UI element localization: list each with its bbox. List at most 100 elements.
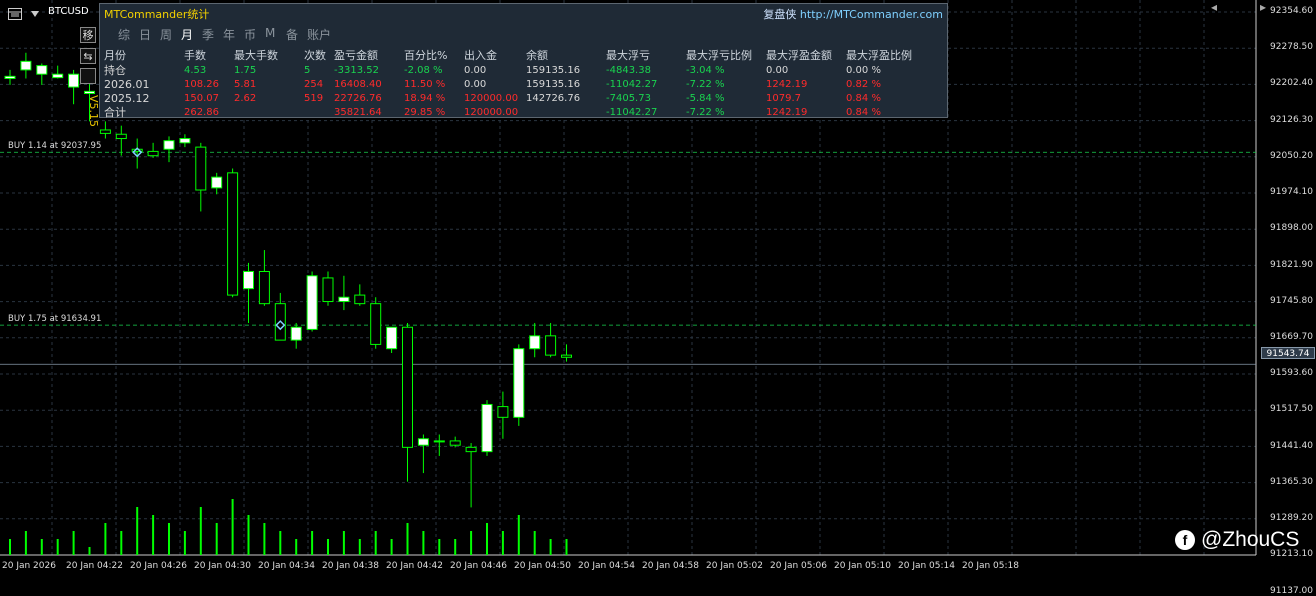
candle-body (227, 172, 239, 296)
column-header: 次数 (304, 49, 326, 62)
candle-body (20, 60, 32, 71)
candle-body (497, 406, 509, 418)
table-cell: 0.84 % (846, 93, 881, 104)
candle-body (306, 275, 318, 330)
candle-body (290, 326, 302, 341)
tab-3[interactable]: 月 (181, 26, 202, 43)
move-button[interactable]: 移 (80, 27, 96, 43)
tab-4[interactable]: 季 (202, 26, 223, 43)
chart-window-icon[interactable] (8, 5, 22, 20)
table-cell: -2.08 % (404, 65, 443, 76)
dropdown-arrow-icon[interactable] (28, 5, 42, 17)
candle-body (449, 440, 461, 446)
table-cell: -3313.52 (334, 65, 379, 76)
time-axis-label: 20 Jan 05:02 (706, 561, 763, 571)
price-axis-label: 91898.00 (1270, 223, 1313, 234)
time-axis-label: 20 Jan 04:38 (322, 561, 379, 571)
statistics-panel: MTCommander统计 复盘侠 http://MTCommander.com… (99, 3, 948, 120)
table-cell: 29.85 % (404, 107, 446, 118)
time-axis-label: 20 Jan 05:18 (962, 561, 1019, 571)
tab-0[interactable]: 综 (118, 26, 139, 43)
price-axis-label: 91745.80 (1270, 295, 1313, 306)
panel-title: MTCommander统计 (104, 8, 210, 21)
candle-body (338, 296, 350, 303)
table-cell: 1242.19 (766, 79, 808, 90)
column-header: 最大浮亏 (606, 49, 650, 62)
price-axis-label: 91517.50 (1270, 404, 1313, 415)
table-cell: -7.22 % (686, 79, 725, 90)
time-axis-label: 20 Jan 04:50 (514, 561, 571, 571)
column-header: 出入金 (464, 49, 497, 62)
candle-body (243, 270, 254, 290)
table-cell: 0.84 % (846, 107, 881, 118)
price-axis-label: 92126.30 (1270, 114, 1313, 125)
time-axis-label: 20 Jan 2026 (2, 561, 56, 571)
price-axis-label: 92354.60 (1270, 6, 1313, 16)
table-cell: 519 (304, 93, 324, 104)
table-cell: 1079.7 (766, 93, 801, 104)
table-cell: 5.81 (234, 79, 257, 90)
table-cell: 2026.01 (104, 78, 150, 91)
table-row: 持仓 4.53 1.75 5 -3313.52 -2.08 % 0.00 159135.16 -… (104, 64, 936, 78)
table-cell: 11.50 % (404, 79, 446, 90)
candle-body (211, 176, 223, 189)
table-cell: -7405.73 (606, 93, 651, 104)
price-axis-label: 92050.20 (1270, 150, 1313, 161)
time-axis-label: 20 Jan 04:58 (642, 561, 699, 571)
time-axis-label: 20 Jan 05:10 (834, 561, 891, 571)
price-axis-label: 91441.40 (1270, 440, 1313, 451)
tab-9[interactable]: 账户 (307, 26, 343, 43)
brand-url[interactable]: http://MTCommander.com (800, 8, 943, 21)
tab-5[interactable]: 年 (223, 26, 244, 43)
table-cell: 0.00 % (846, 65, 881, 76)
facebook-icon: f (1175, 530, 1195, 550)
table-cell: 2025.12 (104, 92, 150, 105)
price-axis-label: 91593.60 (1270, 368, 1313, 379)
scroll-left-icon[interactable]: ◂ (1211, 0, 1217, 14)
table-cell (234, 106, 304, 120)
table-cell: 1.75 (234, 65, 257, 76)
candle-body (115, 133, 127, 140)
candle-body (36, 65, 48, 75)
version-label: V5.15 (87, 95, 100, 128)
table-cell: 150.07 (184, 93, 219, 104)
candle-body (258, 270, 270, 305)
tab-7[interactable]: M (265, 26, 286, 43)
swap-button[interactable]: ⇆ (80, 48, 96, 64)
panel-brand[interactable]: 复盘侠 http://MTCommander.com (763, 6, 943, 22)
table-cell: 254 (304, 79, 324, 90)
time-axis-label: 20 Jan 04:42 (386, 561, 443, 571)
table-cell: -11042.27 (606, 79, 658, 90)
candle-body (195, 146, 207, 191)
candle-body (354, 294, 366, 305)
price-axis-label: 91669.70 (1270, 332, 1313, 343)
table-cell: 0.00 (464, 79, 487, 90)
table-cell: 合计 (104, 106, 126, 119)
candle-body (163, 140, 175, 150)
candle-body (322, 277, 334, 303)
watermark: f @ZhouCS (1175, 528, 1299, 552)
table-cell: 5 (304, 65, 311, 76)
candle-body (386, 326, 398, 350)
order-label: BUY 1.14 at 92037.95 (8, 141, 102, 152)
column-header: 月份 (104, 49, 126, 62)
tab-1[interactable]: 日 (139, 26, 160, 43)
tab-2[interactable]: 周 (160, 26, 181, 43)
table-cell: 262.86 (184, 107, 219, 118)
table-cell: 4.53 (184, 65, 207, 76)
candle-body (370, 303, 382, 345)
column-header: 百分比% (404, 49, 448, 62)
scroll-right-icon[interactable]: ▸ (1260, 0, 1266, 14)
stats-table: 月份 手数 最大手数 次数 盈亏金额 百分比% 出入金 余额 最大浮亏 最大浮亏比例 最大浮盈金额 最… (104, 48, 936, 120)
candle-body (561, 354, 572, 358)
period-tabs: 综日周月季年币 M 备账户 (118, 26, 343, 43)
price-axis-label: 91974.10 (1270, 187, 1313, 198)
time-axis-label: 20 Jan 04:22 (66, 561, 123, 571)
tab-8[interactable]: 备 (286, 26, 307, 43)
tab-6[interactable]: 币 (244, 26, 265, 43)
candle-body (52, 73, 64, 79)
table-cell: 159135.16 (526, 79, 581, 90)
collapse-button[interactable] (80, 68, 96, 84)
table-cell: -3.04 % (686, 65, 725, 76)
candle-body (99, 129, 111, 134)
